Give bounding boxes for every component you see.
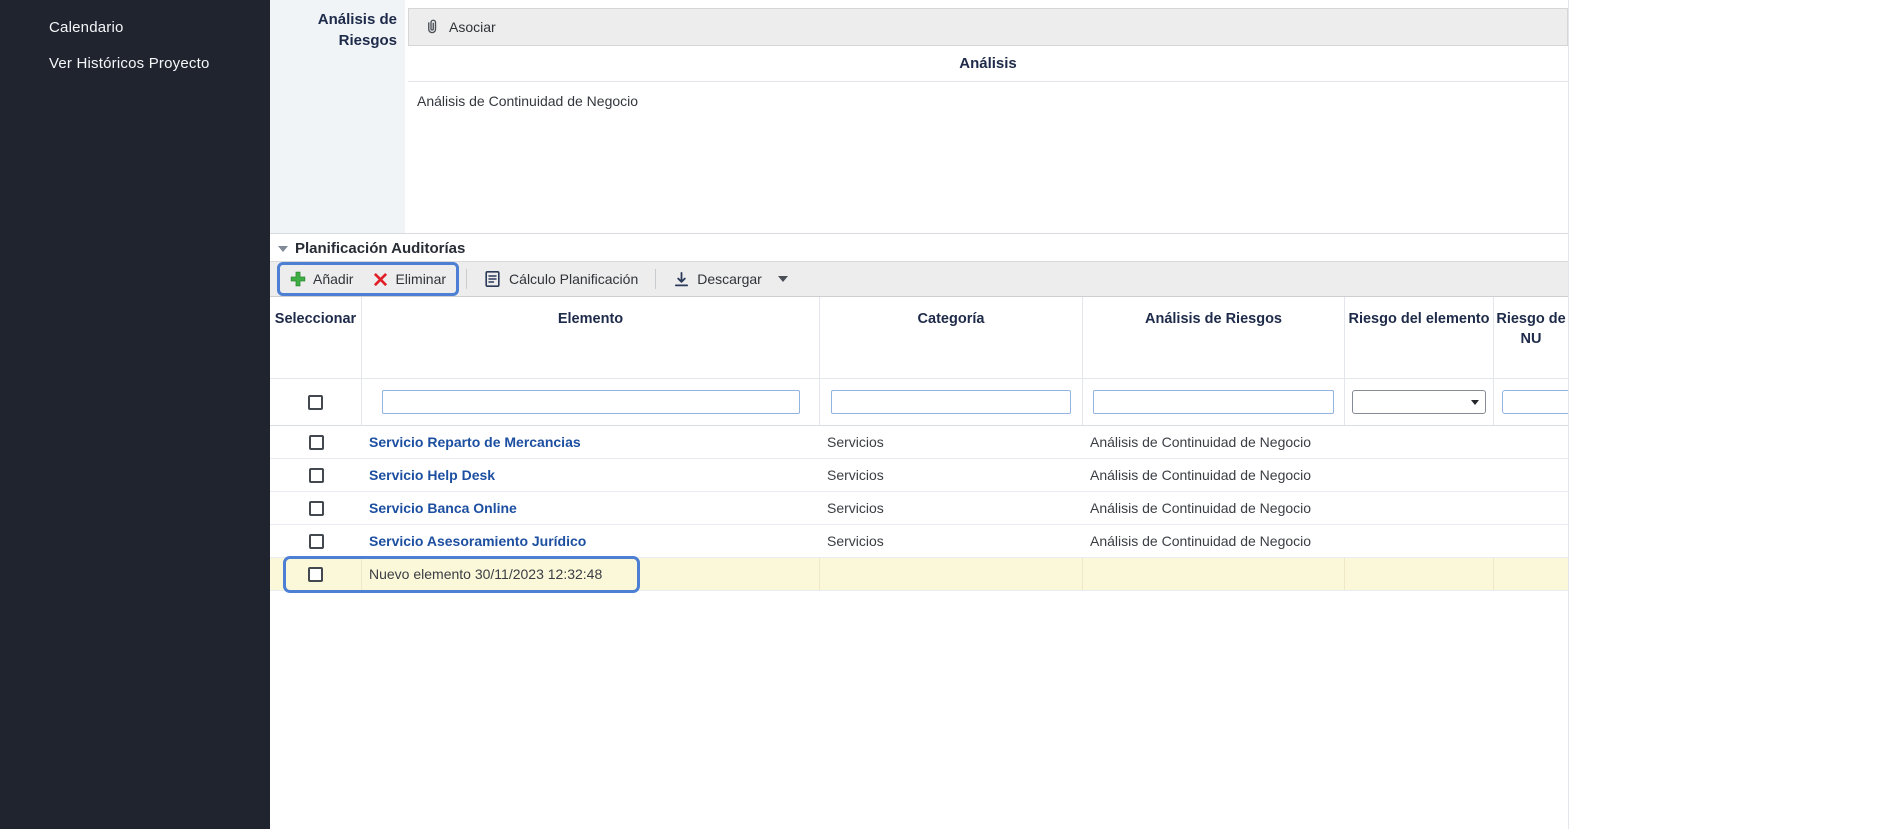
filter-riesgo-nu-select-control[interactable] — [1503, 391, 1568, 413]
riesgo-nu-cell — [1494, 426, 1568, 458]
row-checkbox[interactable] — [309, 468, 324, 483]
riesgo-elemento-cell — [1345, 459, 1494, 491]
x-icon — [373, 272, 388, 287]
column-header-seleccionar: Seleccionar — [270, 297, 362, 378]
sidebar-item-calendario[interactable]: Calendario — [0, 10, 270, 46]
analisis-table-header: Análisis — [408, 46, 1568, 82]
elemento-cell[interactable]: Nuevo elemento 30/11/2023 12:32:48 — [362, 558, 820, 590]
elemento-link[interactable]: Servicio Reparto de Mercancias — [369, 434, 581, 450]
row-checkbox[interactable] — [309, 435, 324, 450]
riesgo-nu-cell — [1494, 558, 1568, 590]
analisis-cell: Análisis de Continuidad de Negocio — [1083, 525, 1345, 557]
column-header-categoria: Categoría — [820, 297, 1083, 378]
column-header-analisis: Análisis de Riesgos — [1083, 297, 1345, 378]
riesgo-elemento-cell — [1345, 492, 1494, 524]
analisis-cell: Análisis de Continuidad de Negocio — [1083, 492, 1345, 524]
column-header-riesgo-elemento: Riesgo del elemento — [1345, 297, 1494, 378]
section-divider — [270, 233, 1568, 234]
riesgo-nu-cell — [1494, 492, 1568, 524]
app-window: Calendario Ver Históricos Proyecto Análi… — [0, 0, 1877, 829]
categoria-cell: Servicios — [820, 525, 1083, 557]
chevron-down-icon[interactable] — [778, 276, 788, 282]
table-row: Servicio Asesoramiento Jurídico Servicio… — [270, 525, 1568, 558]
riesgo-nu-cell — [1494, 459, 1568, 491]
analisis-cell — [1083, 558, 1345, 590]
categoria-cell: Servicios — [820, 492, 1083, 524]
filter-riesgo-elemento-select[interactable] — [1352, 390, 1486, 414]
toolbar-separator — [466, 269, 467, 289]
categoria-cell: Servicios — [820, 426, 1083, 458]
table-row: Servicio Reparto de Mercancias Servicios… — [270, 426, 1568, 459]
categoria-cell — [820, 558, 1083, 590]
riesgo-elemento-cell — [1345, 426, 1494, 458]
elemento-link[interactable]: Servicio Help Desk — [369, 467, 495, 483]
riesgo-elemento-cell — [1345, 558, 1494, 590]
triangle-down-icon — [278, 246, 288, 252]
table-row: Servicio Banca Online Servicios Análisis… — [270, 492, 1568, 525]
table-row: Servicio Help Desk Servicios Análisis de… — [270, 459, 1568, 492]
grid-filter-row — [270, 379, 1568, 426]
planning-toolbar: Añadir Eliminar Cálculo Planificación De… — [270, 261, 1568, 297]
delete-button[interactable]: Eliminar — [363, 265, 456, 293]
grid-header-row: Seleccionar Elemento Categoría Análisis … — [270, 297, 1568, 379]
filter-analisis-input[interactable] — [1093, 390, 1334, 414]
risk-analysis-label-panel: Análisis de Riesgos — [270, 0, 405, 233]
sidebar: Calendario Ver Históricos Proyecto — [0, 0, 270, 829]
column-header-elemento: Elemento — [362, 297, 820, 378]
row-checkbox[interactable] — [308, 567, 323, 582]
analisis-cell: Análisis de Continuidad de Negocio — [1083, 426, 1345, 458]
elemento-link[interactable]: Servicio Asesoramiento Jurídico — [369, 533, 586, 549]
row-checkbox[interactable] — [309, 534, 324, 549]
table-row-new-element: Nuevo elemento 30/11/2023 12:32:48 — [270, 558, 1568, 591]
analisis-cell: Análisis de Continuidad de Negocio — [1083, 459, 1345, 491]
filter-elemento-input[interactable] — [382, 390, 800, 414]
planning-grid: Seleccionar Elemento Categoría Análisis … — [270, 297, 1568, 591]
planning-section-title: Planificación Auditorías — [295, 240, 465, 257]
add-button-label: Añadir — [313, 271, 353, 287]
plus-icon — [290, 271, 306, 287]
content-right-border — [1568, 0, 1569, 829]
sidebar-item-historicos[interactable]: Ver Históricos Proyecto — [0, 46, 270, 82]
analisis-table-row[interactable]: Análisis de Continuidad de Negocio — [408, 82, 1568, 119]
categoria-cell: Servicios — [820, 459, 1083, 491]
delete-button-label: Eliminar — [395, 271, 446, 287]
filter-categoria-input[interactable] — [831, 390, 1071, 414]
row-checkbox[interactable] — [309, 501, 324, 516]
asociar-toolbar: Asociar — [408, 8, 1568, 46]
calc-planning-button-label: Cálculo Planificación — [509, 271, 638, 287]
download-button[interactable]: Descargar — [663, 265, 798, 293]
download-button-label: Descargar — [697, 271, 762, 287]
risk-analysis-label: Análisis de Riesgos — [270, 9, 397, 51]
paperclip-icon — [422, 18, 440, 36]
add-button[interactable]: Añadir — [280, 265, 363, 293]
column-header-riesgo-nu: Riesgo de NU — [1494, 297, 1568, 378]
riesgo-elemento-cell — [1345, 525, 1494, 557]
toolbar-separator — [655, 269, 656, 289]
select-all-checkbox[interactable] — [308, 395, 323, 410]
filter-riesgo-elemento-select-control[interactable] — [1353, 391, 1485, 413]
elemento-link[interactable]: Servicio Banca Online — [369, 500, 517, 516]
planning-section-header[interactable]: Planificación Auditorías — [270, 236, 1568, 261]
report-icon — [484, 270, 502, 288]
download-icon — [673, 271, 690, 288]
filter-riesgo-nu-select[interactable] — [1502, 390, 1568, 414]
asociar-button[interactable]: Asociar — [449, 19, 496, 35]
toolbar-highlight-annotation: Añadir Eliminar — [277, 262, 459, 296]
calc-planning-button[interactable]: Cálculo Planificación — [474, 265, 648, 293]
riesgo-nu-cell — [1494, 525, 1568, 557]
